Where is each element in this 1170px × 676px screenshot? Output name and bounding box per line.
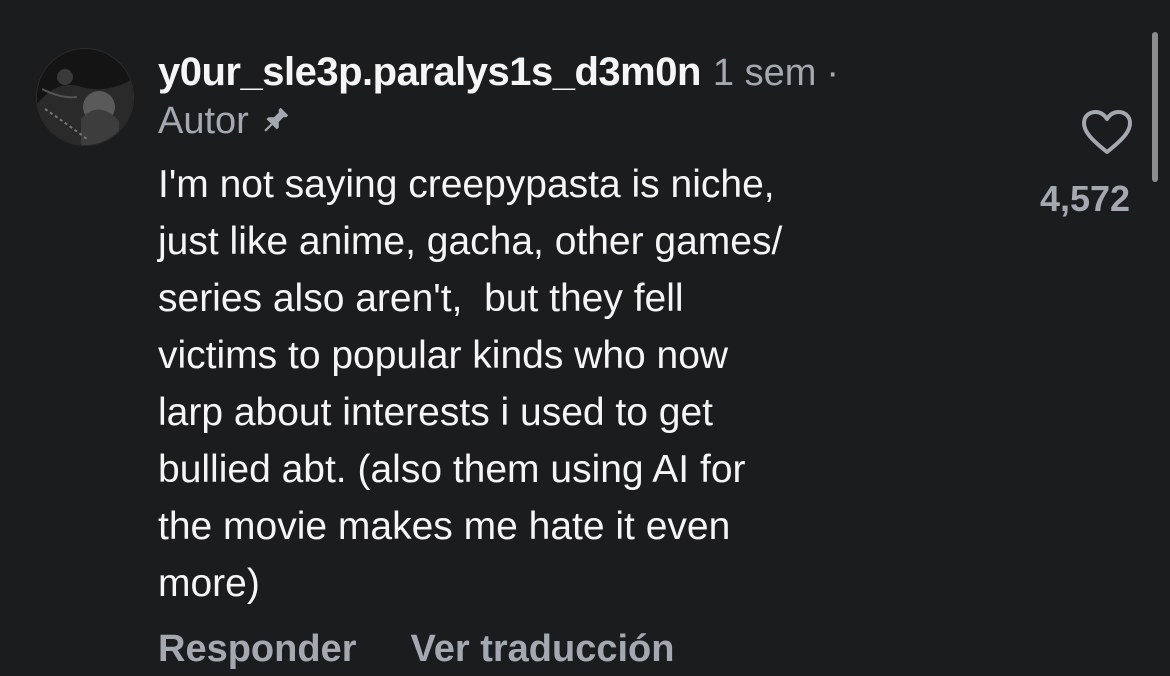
pin-icon [259, 105, 291, 137]
scrollbar[interactable] [1152, 32, 1158, 182]
avatar[interactable] [36, 48, 134, 146]
avatar-image [37, 49, 133, 145]
author-badge: Autor [158, 98, 291, 144]
timestamp: 1 sem [712, 52, 817, 94]
comment-line: I'm not saying creepypasta is niche, [158, 163, 775, 206]
username[interactable]: y0ur_sle3p.paralys1s_d3m0n [158, 50, 701, 95]
comment: y0ur_sle3p.paralys1s_d3m0n 1 sem · Autor… [0, 0, 1170, 676]
like-section: 4,572 [1020, 108, 1150, 220]
author-label: Autor [158, 99, 249, 142]
separator-dot: · [826, 52, 840, 94]
comment-line: just like anime, gacha, other games/ [158, 220, 783, 263]
see-translation-button[interactable]: Ver traducción [410, 628, 674, 671]
comment-line: more) [158, 562, 260, 605]
comment-line: the movie makes me hate it even [158, 505, 731, 548]
like-count: 4,572 [1039, 178, 1131, 219]
heart-icon[interactable] [1080, 108, 1134, 156]
comment-body: I'm not saying creepypasta is niche, jus… [158, 156, 978, 612]
comment-line: victims to popular kinds who now [158, 334, 729, 377]
comment-line: bullied abt. (also them using AI for [158, 448, 746, 491]
comment-header: y0ur_sle3p.paralys1s_d3m0n 1 sem · [158, 50, 839, 96]
comment-actions: Responder Ver traducción [158, 624, 674, 674]
reply-button[interactable]: Responder [158, 628, 356, 671]
comment-line: larp about interests i used to get [158, 391, 714, 434]
comment-line: series also aren't, but they fell [158, 277, 684, 320]
